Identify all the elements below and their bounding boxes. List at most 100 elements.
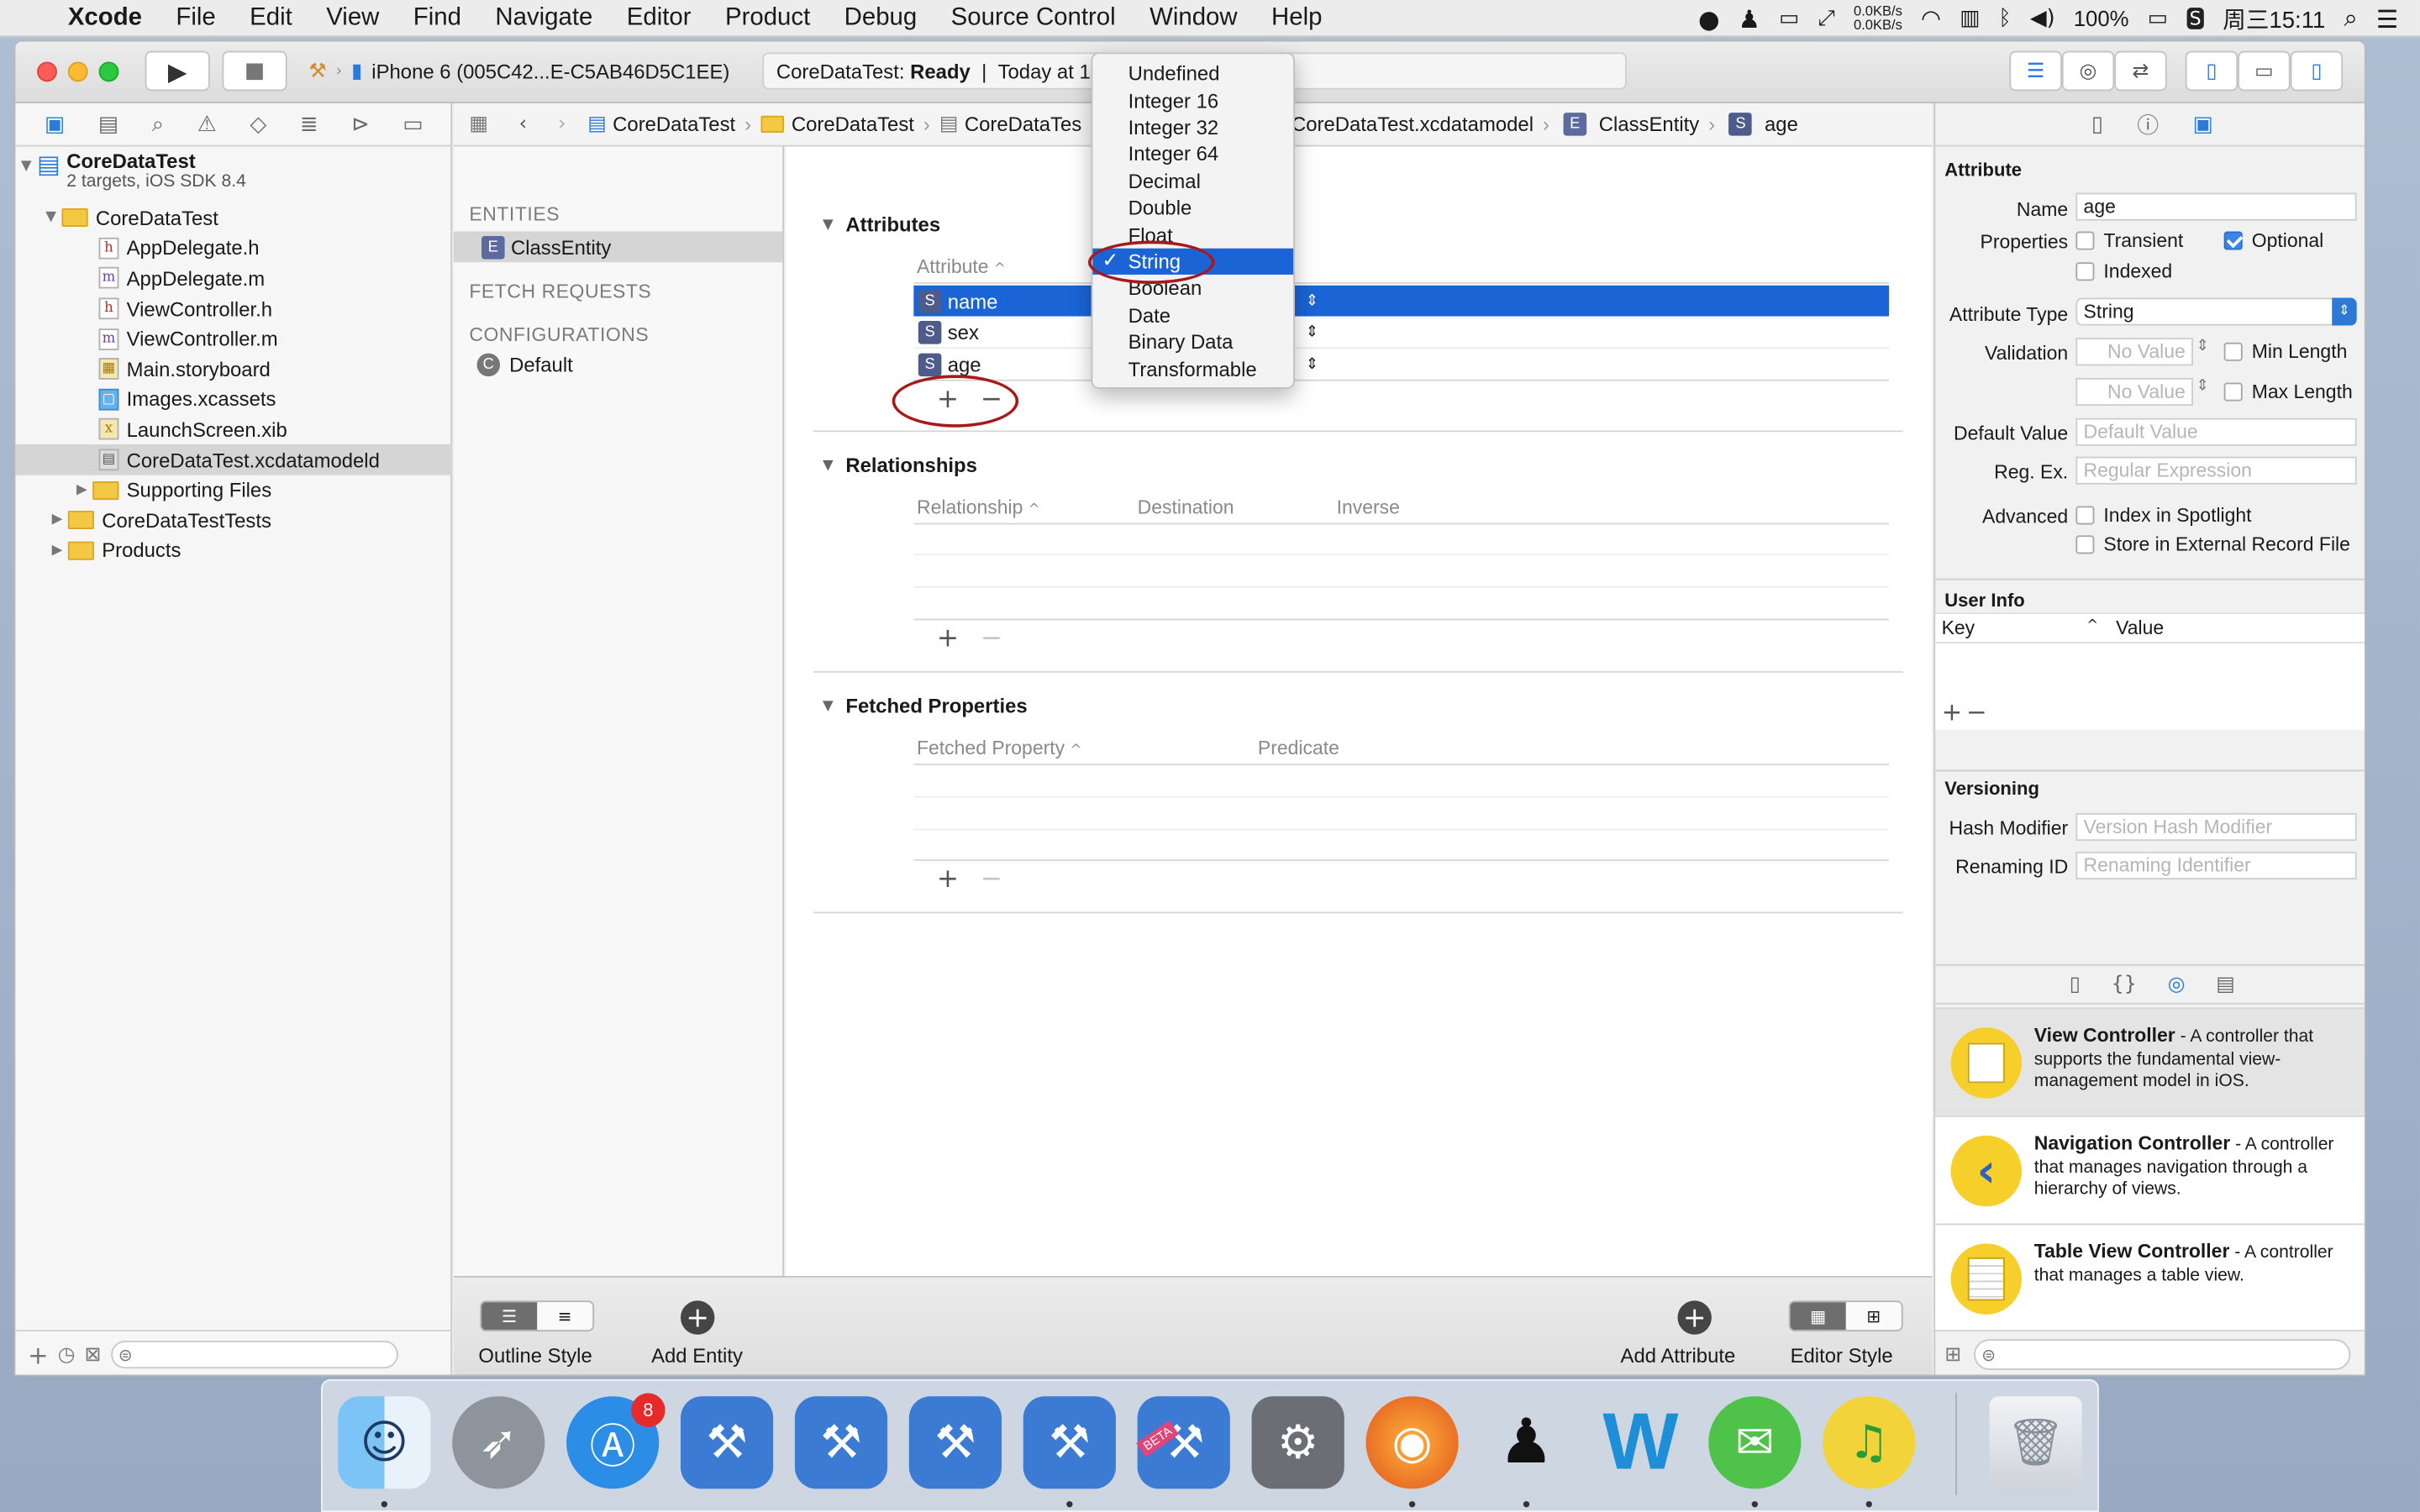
entity-row-classentity[interactable]: E ClassEntity [453, 231, 783, 263]
minimize-window-button[interactable] [67, 61, 88, 82]
menu-help[interactable]: Help [1255, 4, 1339, 32]
disclosure-open-icon[interactable]: ▼ [15, 159, 37, 174]
destination-column-header[interactable]: Destination [1138, 496, 1234, 518]
breadcrumb-model-bundle[interactable]: ▤ CoreDataTes [934, 113, 1088, 136]
attribute-row-age[interactable]: Sage ⇕ [913, 349, 1889, 380]
breadcrumb-model-version[interactable]: CoreDataTest.xcdatamodel [1286, 113, 1540, 136]
library-item-navigation-controller[interactable]: ‹ Navigation Controller - A controller t… [1935, 1115, 2365, 1224]
version-editor-button[interactable]: ⇄ [2114, 50, 2167, 92]
fetched-properties-section-header[interactable]: ▼ Fetched Properties [823, 695, 1028, 718]
min-length-checkbox[interactable]: Min Length [2223, 341, 2347, 363]
attribute-row-name[interactable]: Sname ⇕ [913, 285, 1890, 317]
spotlight-search-icon[interactable]: ⌕ [2344, 3, 2357, 34]
symbol-navigator-icon[interactable]: ▤ [98, 112, 118, 136]
disclosure-open-icon[interactable]: ▼ [40, 210, 62, 225]
system-preferences-icon[interactable]: ⚙ [1251, 1396, 1344, 1489]
tree-project-root[interactable]: ▼ ▤ CoreDataTest 2 targets, iOS SDK 8.4 [15, 150, 452, 199]
sogou-icon[interactable]: S [2186, 8, 2205, 29]
type-option-binary-data[interactable]: Binary Data [1092, 328, 1293, 355]
max-stepper-icon[interactable]: ⇕ [2196, 378, 2209, 395]
remove-relationship-minus-button[interactable]: − [981, 623, 1002, 654]
predicate-column-header[interactable]: Predicate [1258, 738, 1339, 759]
attribute-name-field[interactable]: age [2075, 192, 2357, 221]
table-style-icon[interactable]: ▦ [1790, 1302, 1846, 1331]
disclosure-closed-icon[interactable]: ▶ [71, 482, 92, 497]
toggle-utilities-button[interactable]: ▯ [2290, 50, 2344, 92]
bluetooth-icon[interactable]: ᛒ [1998, 6, 2011, 30]
data-model-inspector-icon[interactable]: ▣ [2192, 112, 2212, 136]
menu-clock[interactable]: 周三15:11 [2223, 3, 2325, 35]
navigator-filter-field[interactable]: ⊜ [110, 1341, 398, 1369]
battery-percent[interactable]: 100% [2074, 6, 2129, 30]
user-info-table[interactable]: Key ^ Value + − [1935, 612, 2365, 730]
editor-style-control[interactable]: ▦ ⊞ [1788, 1300, 1903, 1332]
type-option-decimal[interactable]: Decimal [1092, 167, 1293, 194]
regex-field[interactable]: Regular Expression [2075, 456, 2357, 485]
menu-product[interactable]: Product [708, 4, 828, 32]
qq-status-icon[interactable]: ♟ [1739, 4, 1760, 34]
min-stepper-icon[interactable]: ⇕ [2196, 338, 2209, 354]
object-library-icon[interactable]: ◎ [2168, 974, 2186, 997]
type-popup-arrows-icon[interactable]: ⇕ [1306, 355, 1318, 372]
toggle-navigator-button[interactable]: ▯ [2185, 50, 2238, 92]
menu-window[interactable]: Window [1133, 4, 1255, 32]
report-navigator-icon[interactable]: ▭ [402, 112, 423, 136]
menu-view[interactable]: View [309, 4, 397, 32]
zoom-window-button[interactable] [98, 61, 119, 82]
relationship-column-header[interactable]: Relationship ^ [917, 496, 1040, 518]
breadcrumb-group[interactable]: CoreDataTest [755, 113, 920, 136]
transient-checkbox[interactable]: Transient [2075, 230, 2183, 251]
relationships-section-header[interactable]: ▼ Relationships [823, 454, 977, 477]
finder-icon[interactable]: ☺ [338, 1396, 431, 1489]
value-column-header[interactable]: Value [2116, 617, 2164, 639]
fetched-property-column-header[interactable]: Fetched Property ^ [917, 738, 1081, 759]
type-option-integer64[interactable]: Integer 64 [1092, 140, 1293, 167]
renaming-id-field[interactable]: Renaming Identifier [2075, 851, 2357, 879]
hash-modifier-field[interactable]: Version Hash Modifier [2075, 812, 2357, 842]
wechat-status-icon[interactable]: ● [1698, 4, 1720, 34]
file-template-library-icon[interactable]: ▯ [2070, 974, 2081, 997]
tree-file[interactable]: ▦ Main.storyboard [15, 354, 452, 385]
forward-arrow-icon[interactable]: › [543, 113, 581, 136]
attribute-row-sex[interactable]: Ssex ⇕ [913, 317, 1890, 349]
tree-file[interactable]: m AppDelegate.m [15, 264, 452, 294]
inverse-column-header[interactable]: Inverse [1337, 496, 1400, 518]
find-navigator-icon[interactable]: ⌕ [152, 112, 164, 136]
remove-fetched-property-minus-button[interactable]: − [981, 864, 1002, 895]
menu-app-name[interactable]: Xcode [51, 4, 160, 32]
file-inspector-icon[interactable]: ▯ [2091, 112, 2103, 136]
tree-group-coredatatest[interactable]: ▼ CoreDataTest [15, 203, 452, 234]
key-column-header[interactable]: Key [1942, 617, 1975, 639]
menu-editor[interactable]: Editor [610, 4, 708, 32]
related-items-icon[interactable]: ▦ [454, 113, 503, 136]
remove-user-info-button[interactable]: − [1966, 697, 1987, 727]
tree-file[interactable]: h ViewController.h [15, 294, 452, 324]
library-item-table-view-controller[interactable]: Table View Controller - A controller tha… [1935, 1223, 2365, 1332]
media-library-icon[interactable]: ▤ [2216, 974, 2235, 997]
xcode-icon[interactable]: ⚒ [794, 1396, 888, 1489]
type-option-date[interactable]: Date [1092, 302, 1293, 328]
tree-group-tests[interactable]: ▶ CoreDataTestTests [15, 506, 452, 536]
wechat-icon[interactable]: ✉ [1708, 1396, 1802, 1489]
attribute-column-header[interactable]: Attribute ^ [917, 256, 1006, 278]
tree-file-selected[interactable]: ▤ CoreDataTest.xcdatamodeld [15, 444, 453, 475]
type-option-integer32[interactable]: Integer 32 [1092, 114, 1293, 141]
battery-icon[interactable]: ▭ [2148, 6, 2168, 30]
grid-view-toggle-icon[interactable]: ⊞ [1944, 1343, 1961, 1367]
tree-file[interactable]: h AppDelegate.h [15, 234, 452, 264]
firefox-icon[interactable]: ◉ [1365, 1396, 1459, 1489]
issue-navigator-icon[interactable]: ⚠ [197, 112, 217, 136]
index-in-spotlight-checkbox[interactable]: Index in Spotlight [2075, 505, 2252, 526]
toggle-debug-area-button[interactable]: ▭ [2238, 50, 2291, 92]
menu-navigate[interactable]: Navigate [478, 4, 609, 32]
menu-edit[interactable]: Edit [233, 4, 309, 32]
recent-files-icon[interactable]: ◷ [58, 1343, 76, 1367]
word-icon[interactable]: W [1594, 1396, 1686, 1488]
xcode-icon[interactable]: ⚒ [1023, 1396, 1116, 1489]
library-item-view-controller[interactable]: View Controller - A controller that supp… [1935, 1007, 2365, 1116]
scheme-selector[interactable]: ⚒ › ▮ iPhone 6 (005C42...E-C5AB46D5C1EE) [299, 52, 747, 89]
folder-navigator-icon[interactable]: ▣ [45, 112, 65, 136]
type-popup-arrows-icon[interactable]: ⇕ [1306, 323, 1318, 340]
add-entity-button[interactable]: + [680, 1300, 715, 1335]
disclosure-closed-icon[interactable]: ▶ [46, 512, 68, 528]
